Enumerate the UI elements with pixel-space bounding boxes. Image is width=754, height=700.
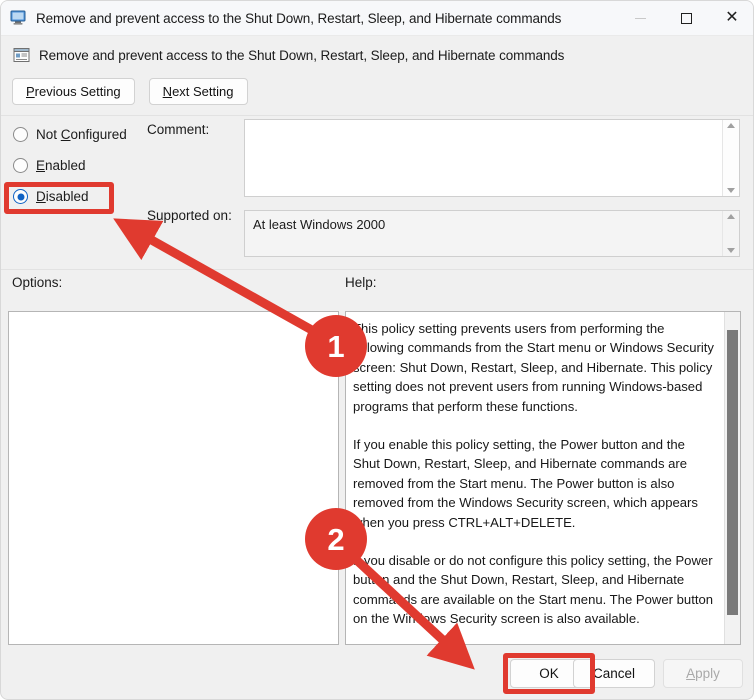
- help-paragraph: If you enable this policy setting, the P…: [353, 437, 698, 530]
- supported-on-value: At least Windows 2000: [253, 217, 386, 232]
- supported-on-field[interactable]: At least Windows 2000: [244, 210, 740, 257]
- help-content: This policy setting prevents users from …: [346, 312, 724, 644]
- navigation-buttons: Previous Setting Next Setting: [12, 78, 248, 105]
- policy-header: Remove and prevent access to the Shut Do…: [1, 42, 753, 68]
- comment-label: Comment:: [147, 122, 210, 137]
- window-controls: ✕: [617, 1, 753, 36]
- monitor-icon: [10, 10, 28, 26]
- window-title: Remove and prevent access to the Shut Do…: [36, 10, 562, 26]
- scroll-down-icon[interactable]: [727, 188, 735, 193]
- annotation-badge-2: 2: [305, 508, 367, 570]
- header-divider: [1, 115, 753, 116]
- next-setting-button[interactable]: Next Setting: [148, 78, 248, 105]
- cancel-label: Cancel: [592, 666, 636, 681]
- next-setting-label: ext Setting: [172, 84, 234, 99]
- ok-label: OK: [539, 666, 559, 681]
- enabled-radio-option[interactable]: Enabled: [13, 158, 86, 173]
- not-configured-radio[interactable]: [13, 127, 28, 142]
- disabled-radio-option[interactable]: Disabled: [13, 189, 89, 204]
- previous-setting-label: revious Setting: [34, 84, 121, 99]
- enabled-label: Enabled: [36, 158, 86, 173]
- next-setting-accel: N: [162, 84, 173, 99]
- close-icon[interactable]: ✕: [709, 1, 753, 36]
- options-content: [9, 312, 338, 644]
- previous-setting-accel: P: [26, 84, 35, 99]
- help-paragraph: This policy setting prevents users from …: [353, 321, 714, 414]
- policy-setting-icon: [13, 47, 30, 63]
- supported-on-label: Supported on:: [147, 208, 232, 223]
- policy-title: Remove and prevent access to the Shut Do…: [39, 47, 565, 63]
- annotation-badge-1: 1: [305, 315, 367, 377]
- comment-field[interactable]: [244, 119, 740, 197]
- help-scrollbar[interactable]: [724, 312, 740, 644]
- minimize-icon[interactable]: [617, 1, 663, 36]
- policy-setting-dialog: Remove and prevent access to the Shut Do…: [0, 0, 754, 700]
- enabled-radio[interactable]: [13, 158, 28, 173]
- not-configured-radio-option[interactable]: Not Configured: [13, 127, 127, 142]
- apply-label: Apply: [686, 666, 720, 681]
- scroll-down-icon[interactable]: [727, 248, 735, 253]
- options-label: Options:: [12, 275, 63, 290]
- scroll-up-icon[interactable]: [727, 123, 735, 128]
- apply-accel: A: [686, 666, 696, 681]
- previous-setting-button[interactable]: Previous Setting: [12, 78, 135, 105]
- maximize-icon[interactable]: [663, 1, 709, 36]
- disabled-label: Disabled: [36, 189, 89, 204]
- panes-divider: [1, 269, 753, 270]
- title-bar: Remove and prevent access to the Shut Do…: [1, 1, 753, 36]
- help-paragraph: If you disable or do not configure this …: [353, 553, 714, 627]
- cancel-button[interactable]: Cancel: [573, 659, 655, 688]
- help-scrollbar-thumb[interactable]: [727, 330, 738, 615]
- apply-button[interactable]: Apply: [663, 659, 743, 688]
- help-pane[interactable]: This policy setting prevents users from …: [345, 311, 741, 645]
- comment-scrollbar[interactable]: [722, 120, 739, 196]
- help-label: Help:: [345, 275, 377, 290]
- scroll-up-icon[interactable]: [727, 214, 735, 219]
- disabled-radio[interactable]: [13, 189, 28, 204]
- comment-value[interactable]: [245, 120, 722, 196]
- supported-on-scrollbar[interactable]: [722, 211, 739, 256]
- not-configured-label: Not Configured: [36, 127, 127, 142]
- options-pane[interactable]: [8, 311, 339, 645]
